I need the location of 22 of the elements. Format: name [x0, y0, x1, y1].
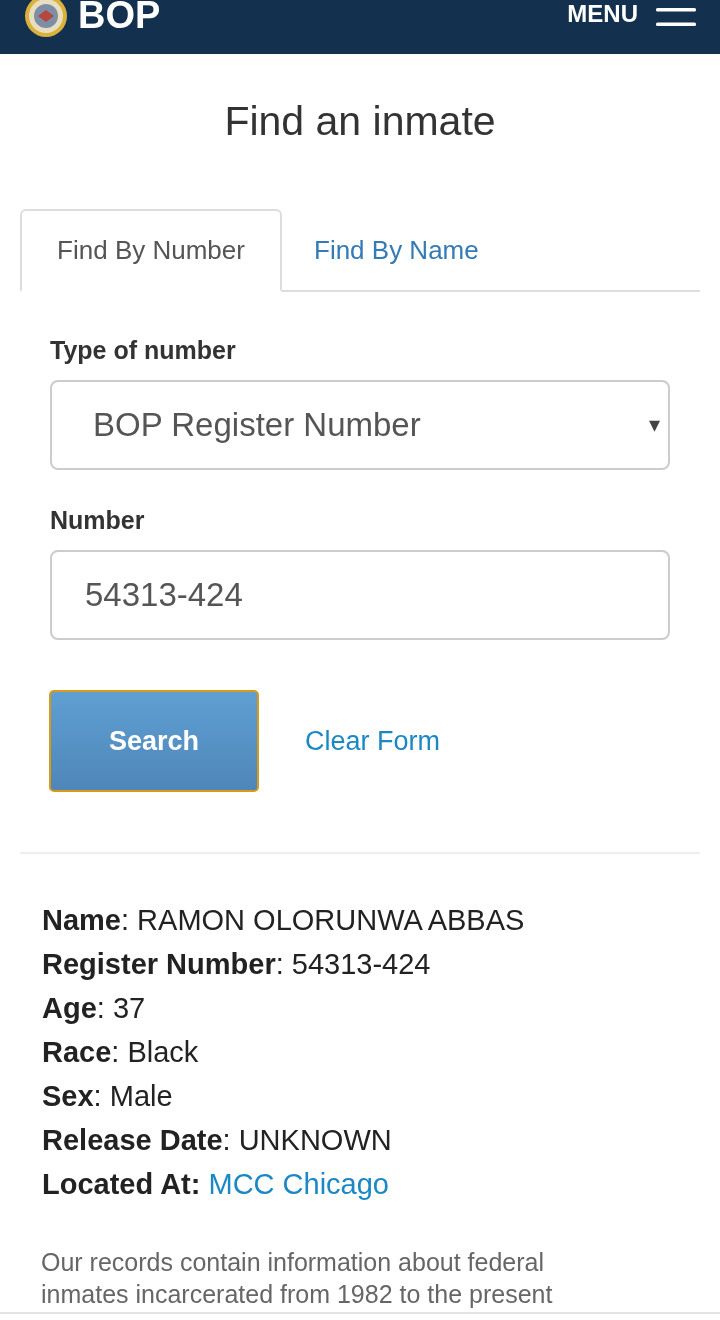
search-tab[interactable]: Find By Name — [282, 209, 511, 292]
dropdown-caret: ▾ — [649, 412, 660, 438]
records-note: Our records contain information about federal inmates incarcerated from 1982 to the present — [41, 1247, 554, 1310]
inmate-detail: Age: 37 — [42, 991, 147, 1026]
inmate-detail: Release Date: UNKNOWN — [42, 1123, 393, 1158]
clear-form-link[interactable]: Clear Form — [305, 725, 440, 757]
location-link[interactable]: MCC Chicago — [208, 1168, 389, 1200]
field-label: Type of number — [50, 336, 237, 365]
menu-label[interactable]: MENU — [567, 1, 638, 27]
menu-icon[interactable] — [656, 8, 696, 26]
inmate-detail: Race: Black — [42, 1035, 200, 1070]
number-type-select[interactable]: BOP Register Number ▾ — [50, 380, 670, 470]
inmate-detail: Register Number: 54313-424 — [42, 947, 432, 982]
logo-text[interactable]: BOP — [78, 0, 161, 34]
inmate-detail: Name: RAMON OLORUNWA ABBAS — [42, 903, 526, 938]
number-input[interactable]: 54313-424 — [50, 550, 670, 640]
location-label: Located At: — [42, 1168, 201, 1200]
field-label: Number — [50, 506, 146, 535]
inmate-detail: Sex: Male — [42, 1079, 174, 1114]
page-title: Find an inmate — [223, 97, 497, 145]
search-tab[interactable]: Find By Number — [20, 209, 282, 292]
seal-icon — [24, 0, 68, 38]
